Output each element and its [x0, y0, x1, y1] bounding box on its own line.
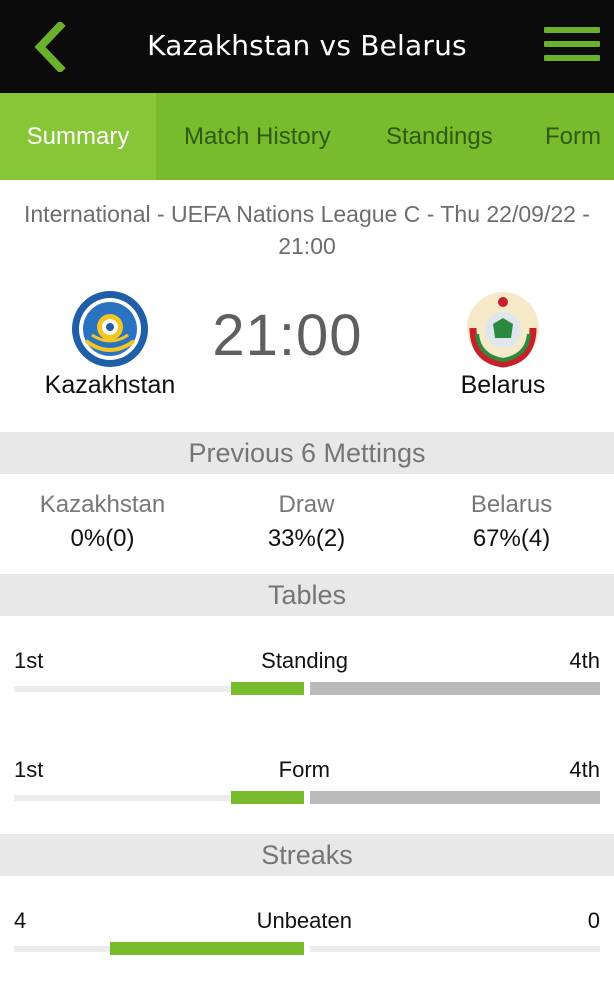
- kazakhstan-football-federation-crest-icon[interactable]: [70, 289, 150, 369]
- meetings-away-label: Belarus: [470, 491, 553, 518]
- standing-label: Standing: [261, 648, 348, 673]
- standing-away-bar: [310, 682, 600, 695]
- tab-standings[interactable]: Standings: [386, 93, 493, 180]
- away-team-name[interactable]: Belarus: [433, 371, 573, 400]
- standing-away-value: 4th: [569, 648, 600, 673]
- form-away-value: 4th: [569, 757, 600, 782]
- form-home-bar: [231, 791, 304, 804]
- belarus-coat-of-arms-icon[interactable]: [463, 288, 543, 368]
- tab-summary[interactable]: Summary: [0, 93, 156, 180]
- meetings-away: Belarus 67%(4): [409, 490, 614, 558]
- form-label: Form: [278, 757, 330, 782]
- meetings-home: Kazakhstan 0%(0): [0, 490, 205, 558]
- top-bar: Kazakhstan vs Belarus: [0, 0, 614, 93]
- unbeaten-home-value: 4: [14, 908, 27, 933]
- meetings-draw-value: 33%(2): [267, 525, 346, 552]
- tab-form[interactable]: Form: [545, 93, 601, 180]
- page-title: Kazakhstan vs Belarus: [147, 29, 467, 62]
- match-time: 21:00: [212, 303, 363, 368]
- home-team-name[interactable]: Kazakhstan: [30, 371, 190, 400]
- meetings-draw: Draw 33%(2): [204, 490, 409, 558]
- standing-home-bar: [231, 682, 304, 695]
- streaks-header: Streaks: [0, 834, 614, 876]
- match-info: International - UEFA Nations League C - …: [24, 201, 590, 259]
- standing-home-value: 1st: [14, 648, 44, 673]
- meetings-away-value: 67%(4): [472, 525, 551, 552]
- meetings-home-label: Kazakhstan: [39, 491, 166, 518]
- form-away-bar: [310, 791, 600, 804]
- unbeaten-label: Unbeaten: [256, 908, 352, 933]
- form-home-value: 1st: [14, 757, 44, 782]
- tables-header: Tables: [0, 574, 614, 616]
- tab-bar: Summary Match History Standings Form: [0, 93, 614, 180]
- tab-match-history[interactable]: Match History: [184, 93, 331, 180]
- unbeaten-away-track: [310, 946, 600, 952]
- unbeaten-away-value: 0: [587, 908, 600, 933]
- meetings-home-value: 0%(0): [70, 525, 135, 552]
- hamburger-menu-icon[interactable]: [544, 27, 602, 63]
- previous-meetings-header: Previous 6 Mettings: [0, 432, 614, 474]
- meetings-draw-label: Draw: [278, 491, 335, 518]
- unbeaten-home-bar: [110, 942, 304, 955]
